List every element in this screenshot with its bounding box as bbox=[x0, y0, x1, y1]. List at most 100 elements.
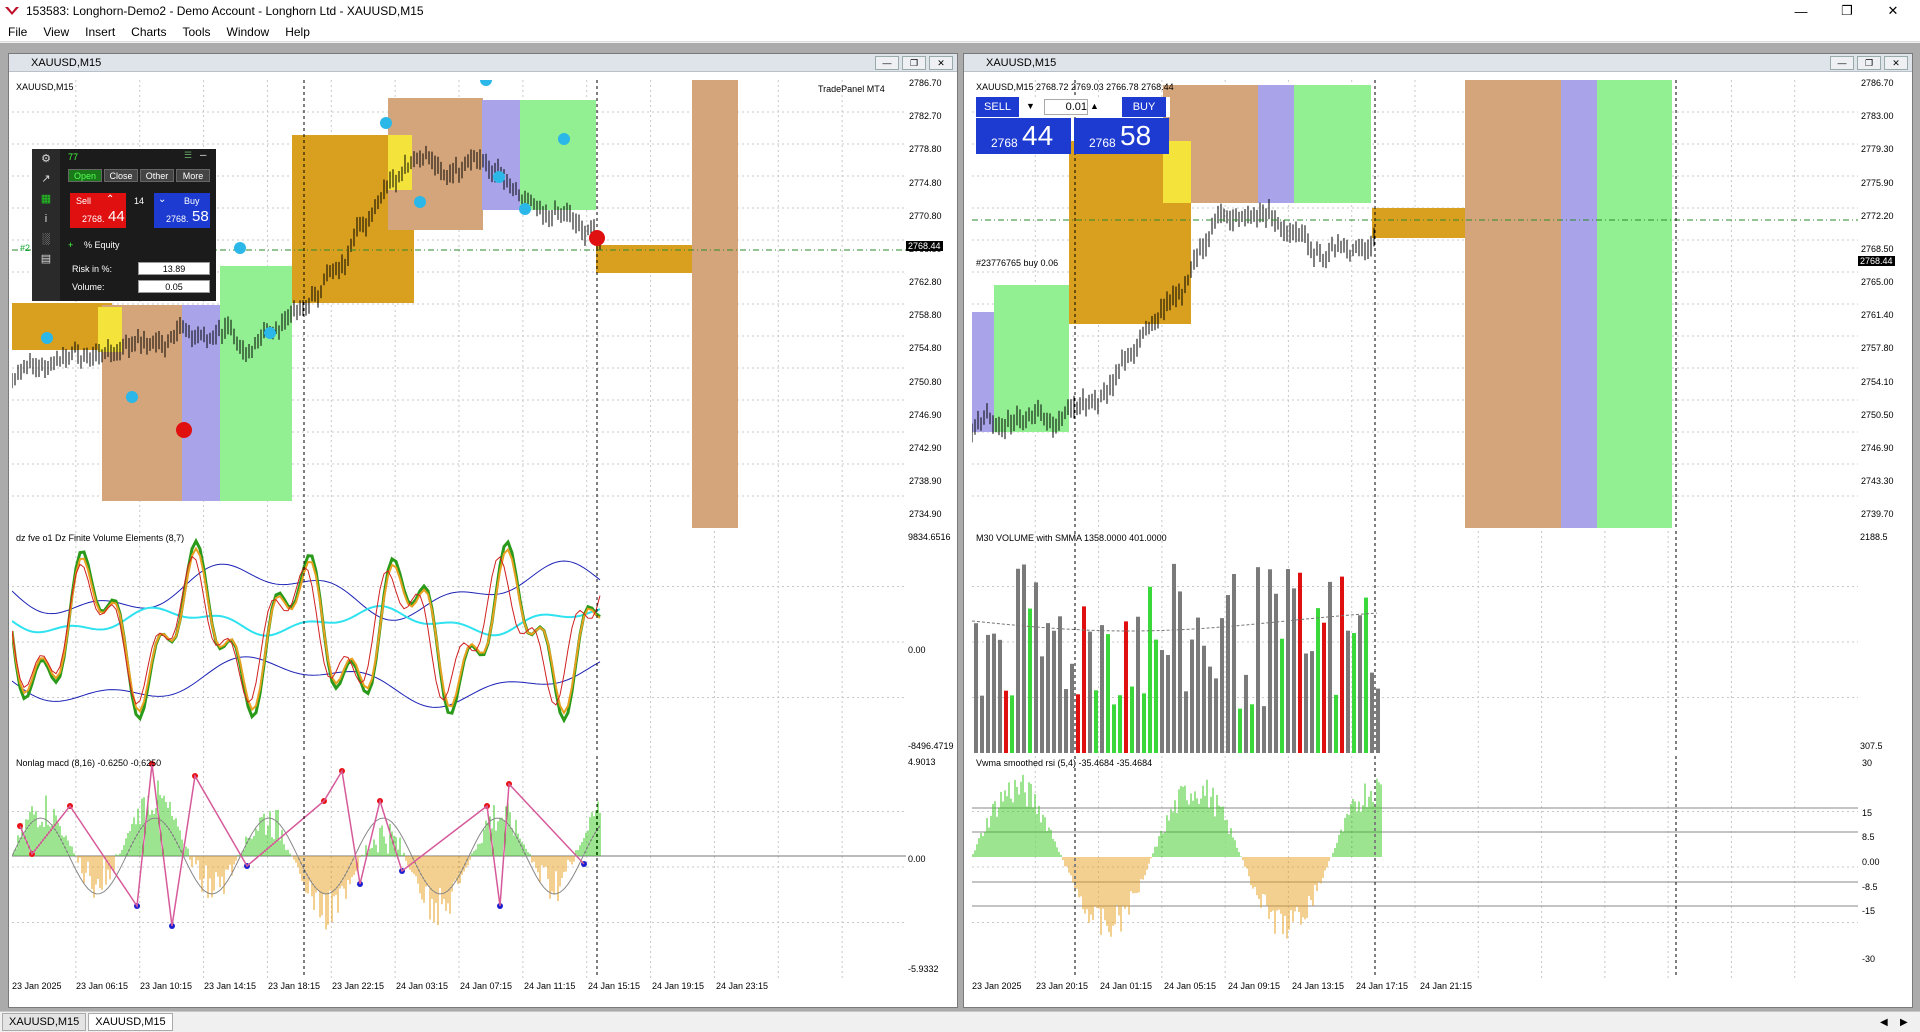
volume-bar bbox=[980, 695, 984, 753]
price-axis-right: 2786.70 2783.00 2779.30 2775.90 2772.20 2768.… bbox=[1858, 78, 1904, 528]
volume-bar bbox=[992, 633, 996, 753]
chart-icon[interactable]: ↗ bbox=[32, 169, 60, 189]
minimize-icon[interactable]: — bbox=[1830, 56, 1854, 70]
minimize-panel-icon[interactable]: ─ bbox=[200, 150, 206, 160]
grid-icon[interactable]: ▦ bbox=[32, 189, 60, 209]
menu-help[interactable]: Help bbox=[277, 25, 318, 39]
tab-other[interactable]: Other bbox=[140, 169, 174, 182]
chart-tab[interactable]: XAUUSD,M15 bbox=[2, 1013, 87, 1031]
fve-axis-zero: 0.00 bbox=[908, 645, 926, 655]
time-axis-right: 23 Jan 2025 23 Jan 20:15 24 Jan 01:15 24 Ja… bbox=[972, 978, 1904, 996]
volume-bar bbox=[1100, 625, 1104, 753]
buy-price-points: 58 bbox=[192, 208, 209, 225]
fve-indicator-pane[interactable]: dz fve o1 Dz Finite Volume Elements (8,7… bbox=[12, 531, 906, 753]
sell-price-points: 44 bbox=[108, 208, 125, 225]
volume-bar bbox=[1298, 572, 1302, 753]
volume-bar bbox=[1064, 689, 1068, 753]
tab-close[interactable]: Close bbox=[104, 169, 138, 182]
price-axis-label: 2754.80 bbox=[909, 343, 942, 354]
buy-arrow-icon: ⌄ bbox=[158, 194, 167, 205]
volume-bar bbox=[1334, 694, 1338, 753]
zone-box bbox=[994, 285, 1069, 432]
price-axis-label: 2762.80 bbox=[909, 277, 942, 288]
price-axis-label: 2750.50 bbox=[1861, 409, 1894, 420]
scroll-left-icon[interactable]: ◀ bbox=[1880, 1017, 1888, 1028]
quick-sell-button[interactable]: SELL bbox=[976, 97, 1019, 117]
close-icon[interactable]: ✕ bbox=[1870, 0, 1916, 22]
symbol-label: XAUUSD,M15 bbox=[16, 82, 74, 92]
rsi-indicator-chart bbox=[972, 756, 1858, 978]
equity-label: % Equity bbox=[84, 240, 120, 250]
calculator-icon[interactable]: ▤ bbox=[32, 249, 60, 269]
info-icon[interactable]: i bbox=[32, 209, 60, 229]
price-axis-label: 2772.20 bbox=[1861, 210, 1894, 221]
price-chart-left[interactable] bbox=[12, 80, 906, 528]
menu-insert[interactable]: Insert bbox=[77, 25, 123, 39]
quick-buy-price[interactable]: 2768 58 bbox=[1074, 118, 1169, 154]
chart-tab-active[interactable]: XAUUSD,M15 bbox=[88, 1013, 173, 1031]
scroll-right-icon[interactable]: ▶ bbox=[1900, 1017, 1908, 1028]
trade-marker-icon bbox=[414, 196, 426, 208]
zone-box bbox=[1294, 85, 1371, 203]
quick-sell-price[interactable]: 2768 44 bbox=[976, 118, 1071, 154]
settings-icon[interactable]: ⚙ bbox=[32, 149, 60, 169]
macd-indicator-pane[interactable]: Nonlag macd (8,16) -0.6250 -0.6250 bbox=[12, 756, 906, 978]
volume-bar bbox=[1016, 568, 1020, 753]
trade-panel[interactable]: ⚙ ↗ ▦ i ░ ▤ 77 ☰ ─ Open Close Other More… bbox=[32, 149, 216, 301]
rsi-axis: 30 15 8.5 0.00 -8.5 -15 -30 bbox=[1858, 756, 1904, 978]
tab-more[interactable]: More bbox=[176, 169, 210, 182]
buy-button[interactable]: ⌄ Buy 2768. 58 bbox=[154, 193, 210, 228]
maximize-icon[interactable]: ❐ bbox=[1824, 0, 1870, 22]
sell-button[interactable]: Sell ⌃ 2768. 44 bbox=[70, 193, 126, 228]
stats-icon[interactable]: ░ bbox=[32, 229, 60, 249]
menu-icon[interactable]: ☰ bbox=[184, 150, 192, 161]
order-line-label: #23776765 buy 0.06 bbox=[976, 258, 1059, 268]
volume-bar bbox=[1340, 576, 1344, 753]
time-axis-label: 24 Jan 03:15 bbox=[396, 981, 449, 991]
volume-bar bbox=[1346, 630, 1350, 753]
lot-down-icon[interactable]: ▼ bbox=[1026, 101, 1035, 111]
risk-input[interactable] bbox=[138, 262, 210, 275]
price-axis-label: 2779.30 bbox=[1861, 144, 1894, 155]
maximize-icon[interactable]: ❐ bbox=[902, 56, 926, 70]
volume-indicator-pane[interactable]: M30 VOLUME with SMMA 1358.0000 401.0000 bbox=[972, 531, 1858, 753]
price-axis-label: 2757.80 bbox=[1861, 343, 1894, 354]
macd-axis-bottom: -5.9332 bbox=[908, 964, 939, 974]
rsi-indicator-pane[interactable]: Vwma smoothed rsi (5,4) -35.4684 -35.468… bbox=[972, 756, 1858, 978]
volume-input[interactable] bbox=[138, 280, 210, 293]
magic-number: 77 bbox=[68, 152, 79, 162]
time-axis-label: 24 Jan 07:15 bbox=[460, 981, 513, 991]
volume-bar bbox=[1364, 597, 1368, 753]
maximize-icon[interactable]: ❐ bbox=[1857, 56, 1881, 70]
menu-charts[interactable]: Charts bbox=[123, 25, 174, 39]
zone-box bbox=[972, 312, 994, 432]
main-price-pane-left[interactable]: XAUUSD,M15 TradePanel MT4 #2 bbox=[12, 80, 906, 528]
tab-open[interactable]: Open bbox=[68, 169, 102, 182]
app-logo-icon bbox=[5, 7, 19, 15]
lot-size-input[interactable] bbox=[1044, 99, 1088, 115]
trade-panel-sidebar: ⚙ ↗ ▦ i ░ ▤ bbox=[32, 149, 60, 301]
zone-box bbox=[520, 100, 596, 210]
spread-value: 14 bbox=[134, 196, 145, 206]
menu-tools[interactable]: Tools bbox=[175, 25, 219, 39]
minimize-icon[interactable]: — bbox=[1778, 0, 1824, 22]
minimize-icon[interactable]: — bbox=[875, 56, 899, 70]
menu-window[interactable]: Window bbox=[219, 25, 278, 39]
close-icon[interactable]: ✕ bbox=[1884, 56, 1908, 70]
volume-bar bbox=[1214, 678, 1218, 753]
time-axis-label: 23 Jan 14:15 bbox=[204, 981, 257, 991]
price-axis-label: 2774.80 bbox=[909, 177, 942, 188]
close-icon[interactable]: ✕ bbox=[929, 56, 953, 70]
volume-bar bbox=[1322, 622, 1326, 753]
price-axis-label: 2742.90 bbox=[909, 443, 942, 454]
rsi-axis-label: 15 bbox=[1862, 808, 1873, 818]
menu-file[interactable]: File bbox=[0, 25, 35, 39]
fve-indicator-chart bbox=[12, 531, 906, 753]
volume-bar bbox=[1286, 569, 1290, 753]
equity-plus-icon[interactable]: + bbox=[68, 240, 73, 250]
lot-up-icon[interactable]: ▲ bbox=[1090, 101, 1099, 111]
trade-marker-icon bbox=[380, 117, 392, 129]
quick-buy-button[interactable]: BUY bbox=[1122, 97, 1166, 117]
time-axis-label: 23 Jan 18:15 bbox=[268, 981, 321, 991]
menu-view[interactable]: View bbox=[35, 25, 77, 39]
